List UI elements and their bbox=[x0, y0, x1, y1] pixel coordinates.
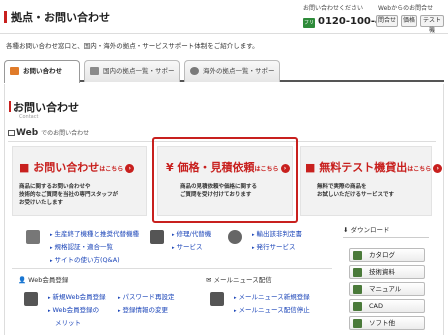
monitor-icon bbox=[8, 130, 15, 136]
link-certification[interactable]: 規格認証・適合一覧 bbox=[50, 241, 114, 251]
section-subtitle: Contact bbox=[19, 114, 39, 120]
section-title: お問い合わせ bbox=[13, 101, 79, 114]
free-dial-icon: フリー bbox=[303, 18, 315, 36]
link-password-reset[interactable]: パスワード再設定 bbox=[118, 291, 175, 301]
card-description: 商品に関するお問い合わせや 技術的なご質問を当社の専門スタッフが お受けいたします bbox=[19, 184, 119, 206]
user-icon: 👤 bbox=[18, 276, 27, 284]
envelope-icon bbox=[210, 292, 224, 306]
document-icon bbox=[353, 268, 362, 277]
link-export-service[interactable]: 発行サービス bbox=[252, 241, 296, 251]
link-new-member[interactable]: 新規Web会員登録 bbox=[48, 291, 106, 301]
arrow-icon: › bbox=[433, 163, 443, 173]
download-manual[interactable]: マニュアル bbox=[349, 282, 425, 296]
link-news-unsubscribe[interactable]: メールニュース配信停止 bbox=[234, 304, 310, 314]
link-export[interactable]: 輸出該非判定書 bbox=[252, 228, 303, 238]
airplane-icon bbox=[228, 230, 242, 244]
page-title: 拠点・お問い合わせ bbox=[11, 11, 110, 24]
download-panel: ⬇ ダウンロード カタログ 技術資料 マニュアル CAD ソフト他 bbox=[343, 224, 429, 335]
tab-contact[interactable]: お問い合わせ bbox=[4, 60, 80, 83]
download-tech[interactable]: 技術資料 bbox=[349, 265, 425, 279]
link-discontinued[interactable]: 生産終了機種と推奨代替機種 bbox=[50, 228, 140, 238]
tab-bar: お問い合わせ 国内の拠点一覧・サポート 海外の拠点一覧・サポート bbox=[4, 60, 444, 95]
mail-icon: ✉ bbox=[206, 276, 212, 284]
link-repair[interactable]: 修理/代替機 bbox=[172, 228, 212, 238]
arrow-icon: › bbox=[125, 163, 135, 173]
manual-icon bbox=[353, 285, 362, 294]
download-cad[interactable]: CAD bbox=[349, 299, 425, 313]
download-heading: ⬇ ダウンロード bbox=[343, 224, 429, 238]
card-heading: ■ 無料テスト機貸出はこちら › bbox=[305, 159, 443, 175]
member-heading: 👤 Web会員登録 bbox=[18, 276, 69, 284]
link-member-merit-cont[interactable]: メリット bbox=[55, 317, 81, 327]
download-catalog[interactable]: カタログ bbox=[349, 248, 425, 262]
download-software[interactable]: ソフト他 bbox=[349, 316, 425, 330]
product-icon bbox=[26, 230, 40, 244]
cad-icon bbox=[353, 302, 362, 311]
title-accent bbox=[4, 11, 7, 23]
catalog-icon bbox=[353, 251, 362, 260]
tab-label: お問い合わせ bbox=[23, 67, 62, 75]
card-test-unit[interactable]: ■ 無料テスト機貸出はこちら › 無料で実際の商品を お試しいただけるサービスです bbox=[300, 146, 443, 216]
card-heading: ■ お問い合わせはこちら › bbox=[19, 159, 135, 175]
contact-icon bbox=[10, 67, 19, 75]
globe-icon bbox=[190, 67, 199, 75]
highlight-box bbox=[152, 137, 298, 223]
tab-overseas[interactable]: 海外の拠点一覧・サポート bbox=[184, 60, 280, 95]
price-button[interactable]: 価格 bbox=[401, 15, 417, 27]
link-repair-service[interactable]: サービス bbox=[172, 241, 203, 251]
section-accent bbox=[9, 101, 11, 112]
tab-domestic[interactable]: 国内の拠点一覧・サポート bbox=[84, 60, 180, 95]
link-change-info[interactable]: 登録情報の変更 bbox=[118, 304, 169, 314]
software-icon bbox=[353, 319, 362, 328]
link-site-faq[interactable]: サイトの使い方(Q&A) bbox=[50, 254, 120, 264]
test-unit-button[interactable]: テスト機 bbox=[420, 15, 444, 34]
person-icon: ■ bbox=[19, 161, 30, 174]
divider bbox=[12, 268, 332, 269]
wrench-icon bbox=[150, 230, 164, 244]
intro-text: 各種お問い合わせ窓口と、国内・海外の拠点・サービスサポート体制をご紹介します。 bbox=[6, 42, 259, 50]
link-member-merit[interactable]: Web会員登録の bbox=[48, 304, 100, 314]
news-heading: ✉ メールニュース配信 bbox=[206, 276, 272, 284]
inquiry-button[interactable]: 問合せ bbox=[376, 15, 398, 27]
map-icon bbox=[90, 67, 99, 75]
link-news-subscribe[interactable]: メールニュース新規登録 bbox=[234, 291, 310, 301]
phone-label: お問い合わせください bbox=[303, 5, 364, 12]
truck-icon: ■ bbox=[305, 161, 316, 174]
edit-icon bbox=[24, 292, 38, 306]
card-description: 無料で実際の商品を お試しいただけるサービスです bbox=[317, 184, 395, 198]
web-heading: Web でのお問い合わせ bbox=[16, 128, 90, 138]
card-contact[interactable]: ■ お問い合わせはこちら › 商品に関するお問い合わせや 技術的なご質問を当社の専門… bbox=[12, 146, 147, 216]
web-contact-label: Webからのお問合せ bbox=[378, 5, 434, 12]
